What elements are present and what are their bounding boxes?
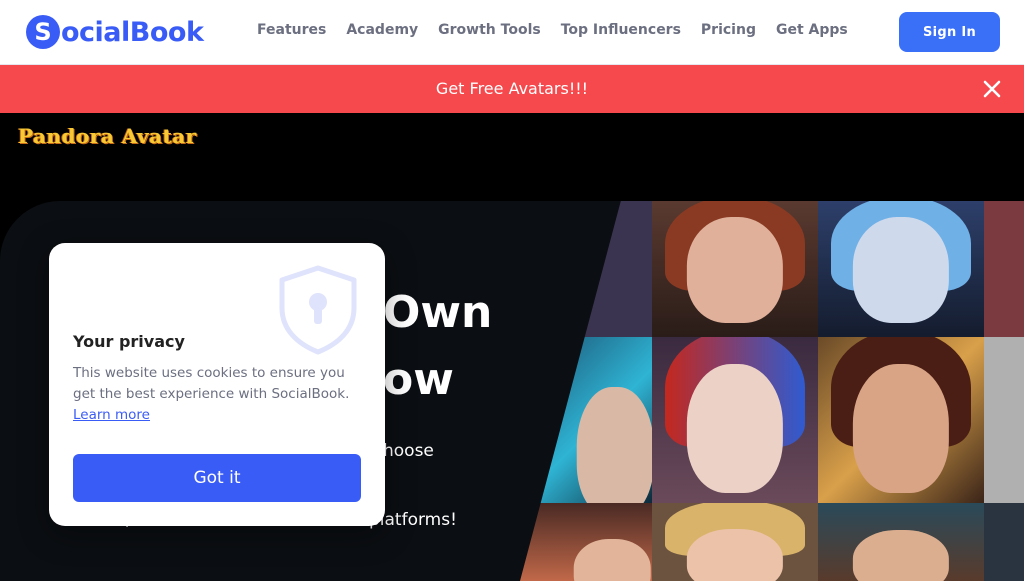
promo-banner: Get Free Avatars!!! [0, 65, 1024, 113]
avatar-image [984, 201, 1024, 337]
menu-pricing[interactable]: Pricing [701, 22, 756, 38]
got-it-button[interactable]: Got it [73, 454, 361, 502]
menu-features[interactable]: Features [257, 22, 326, 38]
cookie-text-block: This website uses cookies to ensure you … [73, 363, 363, 426]
avatar-image [652, 201, 818, 337]
cookie-message: This website uses cookies to ensure you … [73, 365, 350, 402]
learn-more-link[interactable]: Learn more [73, 407, 150, 423]
avatar-image [520, 337, 652, 503]
avatar-image [818, 201, 984, 337]
sign-in-button[interactable]: Sign In [899, 12, 1000, 52]
pandora-avatar-logo[interactable]: Pandora Avatar [18, 124, 197, 148]
avatar-image [818, 337, 984, 503]
cookie-title: Your privacy [73, 332, 185, 351]
shield-lock-icon [279, 265, 357, 355]
avatar-image [652, 337, 818, 503]
menu-get-apps[interactable]: Get Apps [776, 22, 848, 38]
menu-growth-tools[interactable]: Growth Tools [438, 22, 541, 38]
socialbook-logo[interactable]: S ocialBook [26, 15, 204, 49]
hero-heading-line2: ow [383, 354, 454, 405]
hero-heading-line1: Own [383, 287, 493, 338]
menu-academy[interactable]: Academy [346, 22, 418, 38]
logo-text: ocialBook [61, 16, 204, 48]
top-navbar: S ocialBook Features Academy Growth Tool… [0, 0, 1024, 65]
hero-paragraph-line1: hoose [383, 441, 434, 461]
avatar-image [520, 201, 652, 337]
avatar-image [818, 503, 984, 581]
menu-top-influencers[interactable]: Top Influencers [561, 22, 681, 38]
logo-mark: S [26, 15, 60, 49]
avatar-image [520, 503, 652, 581]
banner-text[interactable]: Get Free Avatars!!! [0, 79, 1024, 98]
avatar-image [984, 503, 1024, 581]
avatar-collage [520, 201, 1024, 581]
avatar-image [984, 337, 1024, 503]
main-menu: Features Academy Growth Tools Top Influe… [257, 22, 848, 38]
avatar-image [652, 503, 818, 581]
close-icon[interactable] [980, 77, 1004, 101]
